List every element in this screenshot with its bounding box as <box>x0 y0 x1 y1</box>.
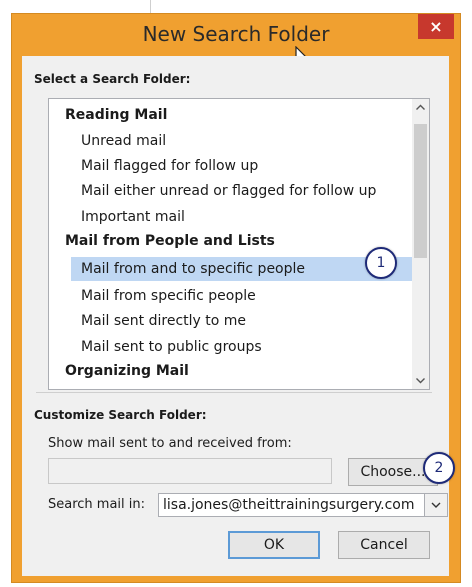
search-in-label: Search mail in: <box>48 497 146 512</box>
group-header-reading-mail: Reading Mail <box>65 107 168 123</box>
search-mailbox-dropdown[interactable]: lisa.jones@theittrainingsurgery.com <box>158 493 448 517</box>
section-divider <box>36 392 432 393</box>
select-folder-label: Select a Search Folder: <box>34 72 191 86</box>
list-item-public-groups[interactable]: Mail sent to public groups <box>81 335 262 359</box>
cancel-button[interactable]: Cancel <box>338 531 430 559</box>
window-title: New Search Folder <box>142 22 330 46</box>
search-folder-list[interactable]: Reading Mail Unread mail Mail flagged fo… <box>48 98 430 390</box>
chevron-up-icon[interactable] <box>412 99 429 116</box>
dialog-content: Select a Search Folder: Reading Mail Unr… <box>22 56 455 576</box>
people-field[interactable] <box>48 458 332 484</box>
show-mail-label: Show mail sent to and received from: <box>48 436 292 451</box>
search-mailbox-value: lisa.jones@theittrainingsurgery.com <box>163 497 415 513</box>
list-item-unread-mail[interactable]: Unread mail <box>81 129 166 153</box>
chevron-down-icon[interactable] <box>424 494 447 516</box>
list-item-flagged-mail[interactable]: Mail flagged for follow up <box>81 154 258 178</box>
customize-folder-label: Customize Search Folder: <box>34 408 207 422</box>
ok-button[interactable]: OK <box>228 531 320 559</box>
list-item-important-mail[interactable]: Important mail <box>81 205 185 229</box>
list-item-sent-to-me[interactable]: Mail sent directly to me <box>81 309 246 333</box>
callout-badge-1: 1 <box>365 247 397 279</box>
scroll-thumb[interactable] <box>414 124 427 258</box>
group-header-people-lists: Mail from People and Lists <box>65 233 275 249</box>
list-item-from-people[interactable]: Mail from specific people <box>81 284 256 308</box>
close-button[interactable]: × <box>418 14 454 39</box>
callout-badge-2: 2 <box>423 452 455 484</box>
title-bar: New Search Folder × <box>12 14 460 56</box>
close-icon: × <box>429 17 443 36</box>
group-header-organizing-mail: Organizing Mail <box>65 363 189 379</box>
list-scrollbar[interactable] <box>412 99 429 389</box>
list-item-unread-or-flagged[interactable]: Mail either unread or flagged for follow… <box>81 179 376 203</box>
dialog-window: New Search Folder × Select a Search Fold… <box>12 14 460 582</box>
chevron-down-icon[interactable] <box>412 372 429 389</box>
